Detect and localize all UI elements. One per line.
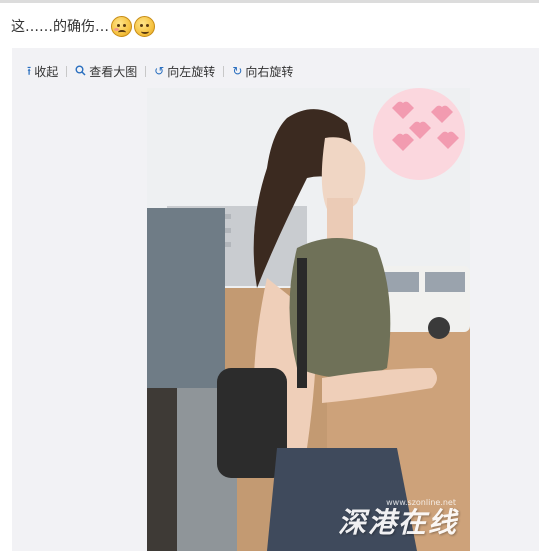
view-large-label: 查看大图 xyxy=(89,64,138,79)
rotate-left-button[interactable]: ↺ 向左旋转 xyxy=(154,63,215,80)
toolbar-divider xyxy=(223,65,225,77)
worried-emoji-icon xyxy=(134,15,155,37)
collapse-button[interactable]: ⭱ 收起 xyxy=(27,63,58,80)
collapse-icon: ⭱ xyxy=(27,64,32,78)
view-large-button[interactable]: 查看大图 xyxy=(75,63,137,80)
collapse-label: 收起 xyxy=(34,64,59,79)
rotate-left-label: 向左旋转 xyxy=(167,64,216,79)
post-content: 这……的确伤… xyxy=(11,14,155,38)
rotate-right-icon: ↻ xyxy=(232,64,243,78)
toolbar-divider xyxy=(145,65,147,77)
post-photo[interactable]: www.szonline.net 深港在线 xyxy=(147,88,470,551)
image-toolbar: ⭱ 收起 查看大图 ↺ 向左旋转 ↻ 向右旋转 xyxy=(27,62,293,80)
toolbar-divider xyxy=(66,65,68,77)
post-text: 这……的确伤… xyxy=(11,19,109,35)
watermark: 深港在线 xyxy=(337,506,458,539)
top-divider xyxy=(0,0,539,3)
rotate-right-button[interactable]: ↻ 向右旋转 xyxy=(232,63,293,80)
search-icon xyxy=(75,65,86,78)
smirk-emoji-icon xyxy=(111,15,132,37)
rotate-right-label: 向右旋转 xyxy=(245,64,294,79)
photo-illustration xyxy=(147,88,470,551)
rotate-left-icon: ↺ xyxy=(154,64,165,78)
